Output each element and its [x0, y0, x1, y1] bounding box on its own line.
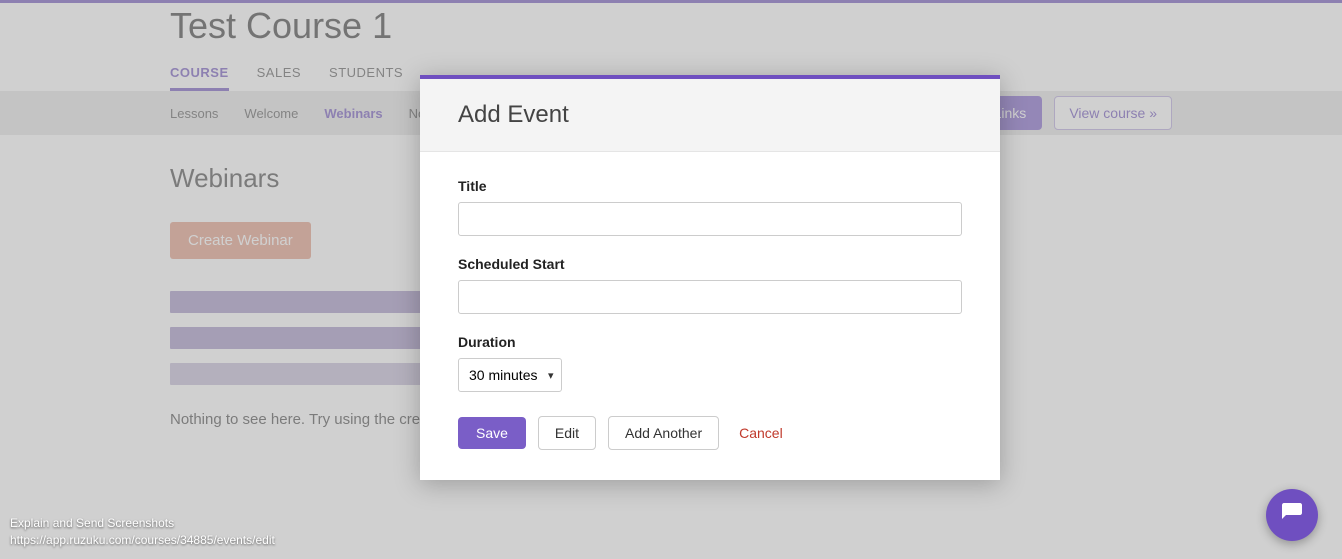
title-input[interactable]	[458, 202, 962, 236]
title-label: Title	[458, 178, 962, 194]
cancel-link[interactable]: Cancel	[739, 425, 783, 441]
duration-value: 30 minutes	[469, 367, 537, 383]
scheduled-start-label: Scheduled Start	[458, 256, 962, 272]
chat-icon	[1280, 501, 1304, 530]
help-fab[interactable]	[1266, 489, 1318, 541]
edit-button[interactable]: Edit	[538, 416, 596, 450]
scheduled-start-input[interactable]	[458, 280, 962, 314]
duration-select[interactable]: 30 minutes	[458, 358, 562, 392]
add-another-button[interactable]: Add Another	[608, 416, 719, 450]
footer-note: Explain and Send Screenshots https://app…	[10, 515, 275, 549]
save-button[interactable]: Save	[458, 417, 526, 449]
duration-label: Duration	[458, 334, 962, 350]
modal-title: Add Event	[420, 79, 1000, 152]
footer-line1: Explain and Send Screenshots	[10, 515, 275, 532]
add-event-modal: Add Event Title Scheduled Start Duration…	[420, 75, 1000, 480]
footer-line2: https://app.ruzuku.com/courses/34885/eve…	[10, 532, 275, 549]
